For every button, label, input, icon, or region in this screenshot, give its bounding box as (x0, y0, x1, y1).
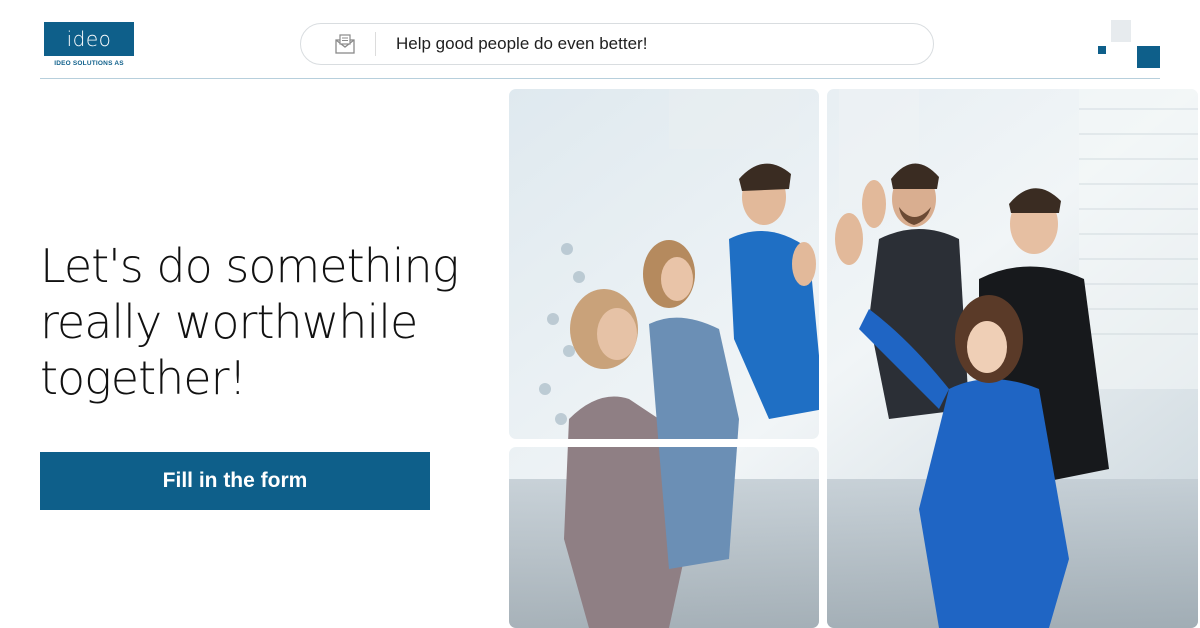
team-photo-illustration (509, 89, 1198, 628)
logo-mark: ideo (44, 22, 134, 56)
header-divider (40, 78, 1160, 79)
message-bar[interactable]: Help good people do even better! (300, 23, 934, 65)
message-text: Help good people do even better! (396, 34, 648, 53)
hero-headline: Let's do something really worthwhile tog… (40, 239, 459, 405)
mail-icon (335, 34, 355, 54)
decorative-squares (1098, 20, 1160, 68)
logo-wordmark: ideo (66, 27, 112, 51)
team-photo (509, 89, 1198, 628)
fill-form-button[interactable]: Fill in the form (40, 452, 430, 510)
separator (375, 32, 376, 56)
logo-subtitle: IDEO SOLUTIONS AS (54, 60, 124, 67)
company-logo[interactable]: ideo IDEO SOLUTIONS AS (44, 22, 134, 68)
